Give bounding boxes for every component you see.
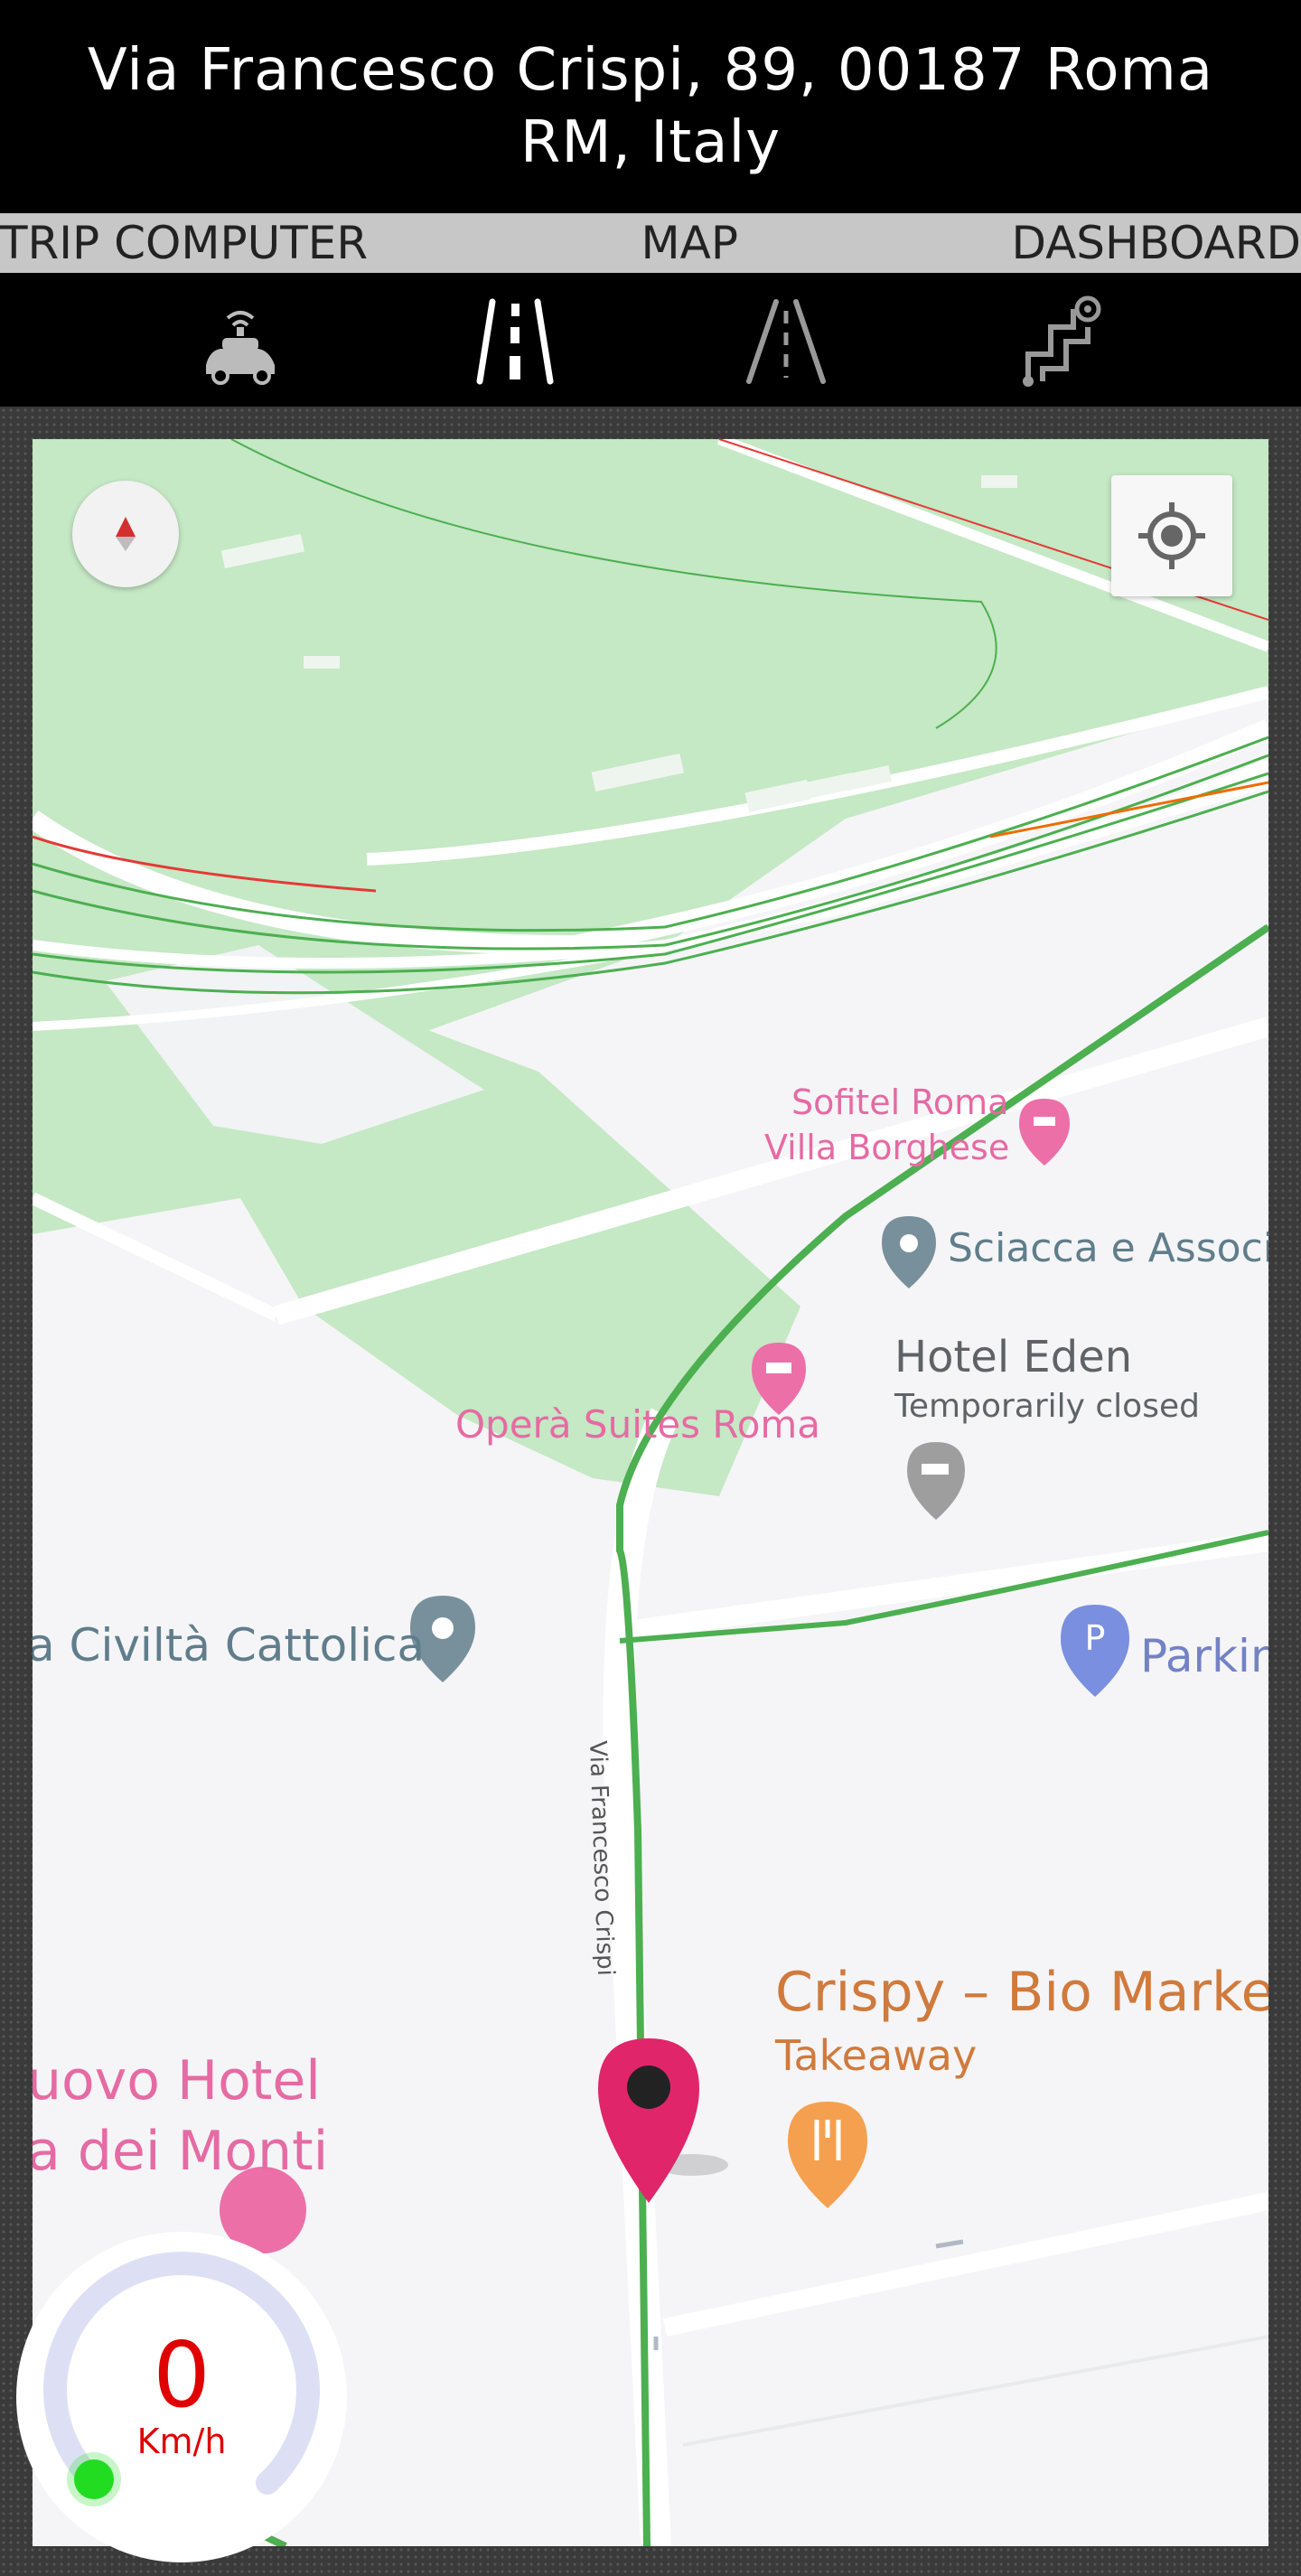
my-location-button[interactable]	[1111, 475, 1232, 596]
svg-text:P: P	[1085, 1618, 1106, 1658]
tab-dashboard[interactable]: DASHBOARD	[1011, 217, 1301, 269]
tab-trip-computer[interactable]: TRIP COMPUTER	[0, 217, 368, 269]
label-hotel-1[interactable]: uovo Hotel	[33, 2049, 321, 2112]
crosshair-icon	[1138, 502, 1205, 569]
label-parking[interactable]: Parkin	[1140, 1630, 1268, 1682]
compass-button[interactable]	[72, 481, 179, 587]
label-sofitel-1[interactable]: Sofitel Roma	[791, 1082, 1008, 1122]
tab-map[interactable]: MAP	[641, 217, 739, 269]
label-civilta[interactable]: a Civiltà Cattolica	[33, 1619, 425, 1672]
hotel-pin-sofitel[interactable]	[1019, 1099, 1070, 1166]
label-hotel-eden-status: Temporarily closed	[894, 1388, 1200, 1425]
road-icon[interactable]	[736, 291, 836, 390]
parking-pin[interactable]: P	[1061, 1605, 1129, 1697]
speedometer: 0 Km/h	[16, 2232, 347, 2562]
label-sofitel-2[interactable]: Villa Borghese	[764, 1128, 1009, 1167]
label-opera[interactable]: Operà Suites Roma	[455, 1402, 820, 1447]
speed-unit: Km/h	[136, 2421, 227, 2461]
place-pin-sciacca[interactable]	[882, 1216, 936, 1288]
map-base: P	[33, 439, 1268, 2546]
connected-car-icon[interactable]	[190, 291, 289, 390]
label-hotel-2[interactable]: a dei Monti	[33, 2120, 328, 2183]
label-hotel-eden[interactable]: Hotel Eden	[894, 1332, 1132, 1382]
tab-bar: TRIP COMPUTER MAP DASHBOARD	[0, 213, 1301, 273]
label-sciacca[interactable]: Sciacca e Associa	[948, 1225, 1268, 1271]
route-icon[interactable]	[1010, 291, 1109, 390]
speed-value: 0	[153, 2322, 211, 2428]
map-view[interactable]: P Via Francesco Crispi Sofitel Roma Vill…	[33, 439, 1268, 2546]
address-header: Via Francesco Crispi, 89, 00187 Roma RM,…	[0, 0, 1301, 213]
compass-icon	[116, 517, 136, 551]
restaurant-pin-crispy[interactable]	[788, 2102, 867, 2208]
label-crispy[interactable]: Crispy – Bio Marke	[775, 1961, 1268, 2024]
label-takeaway: Takeaway	[775, 2031, 978, 2080]
mode-icon-bar	[0, 273, 1301, 407]
current-location-pin	[598, 2038, 728, 2203]
road-lanes-active-icon[interactable]	[465, 291, 565, 390]
current-address: Via Francesco Crispi, 89, 00187 Roma RM,…	[87, 37, 1214, 176]
hotel-pin-eden[interactable]	[907, 1442, 965, 1520]
